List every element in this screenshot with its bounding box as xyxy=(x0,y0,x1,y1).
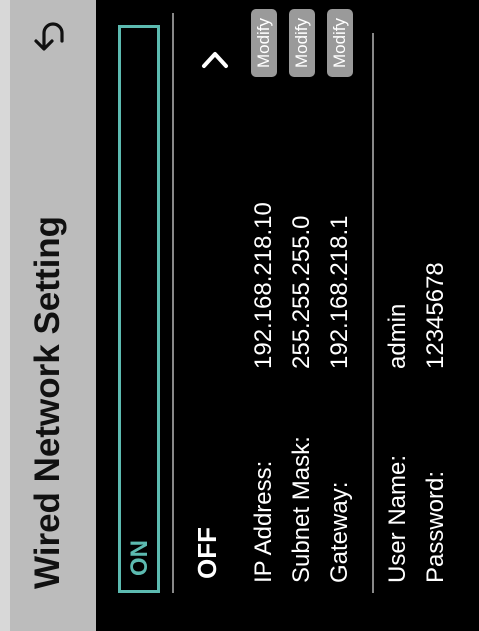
ip-address-value: 192.168.218.10 xyxy=(250,202,277,369)
screen-rotated: Wired Network Setting ON OFF IP Address:… xyxy=(0,0,479,631)
ip-address-modify-button[interactable]: Modify xyxy=(251,9,277,77)
gateway-value: 192.168.218.1 xyxy=(326,215,353,369)
subnet-mask-label: Subnet Mask: xyxy=(288,436,315,583)
password-label: Password: xyxy=(422,470,449,583)
gateway-label: Gateway: xyxy=(326,481,353,583)
subnet-mask-value: 255.255.255.0 xyxy=(288,215,315,369)
subnet-mask-modify-button[interactable]: Modify xyxy=(289,9,315,77)
chevron-right-icon[interactable] xyxy=(200,47,230,71)
dhcp-off-option[interactable]: OFF xyxy=(192,527,223,579)
dhcp-on-label: ON xyxy=(126,540,153,576)
password-value[interactable]: 12345678 xyxy=(422,262,450,369)
gateway-modify-button[interactable]: Modify xyxy=(327,9,353,77)
ip-address-label: IP Address: xyxy=(250,460,277,583)
user-name-value[interactable]: admin xyxy=(384,304,412,369)
undo-arrow-icon[interactable] xyxy=(28,15,68,55)
header-bar: Wired Network Setting xyxy=(0,0,96,631)
header-edge xyxy=(0,0,10,631)
divider xyxy=(172,13,174,593)
dhcp-on-option[interactable]: ON xyxy=(118,25,160,593)
user-name-label: User Name: xyxy=(384,454,411,583)
page-title: Wired Network Setting xyxy=(28,215,67,589)
divider xyxy=(372,33,374,593)
